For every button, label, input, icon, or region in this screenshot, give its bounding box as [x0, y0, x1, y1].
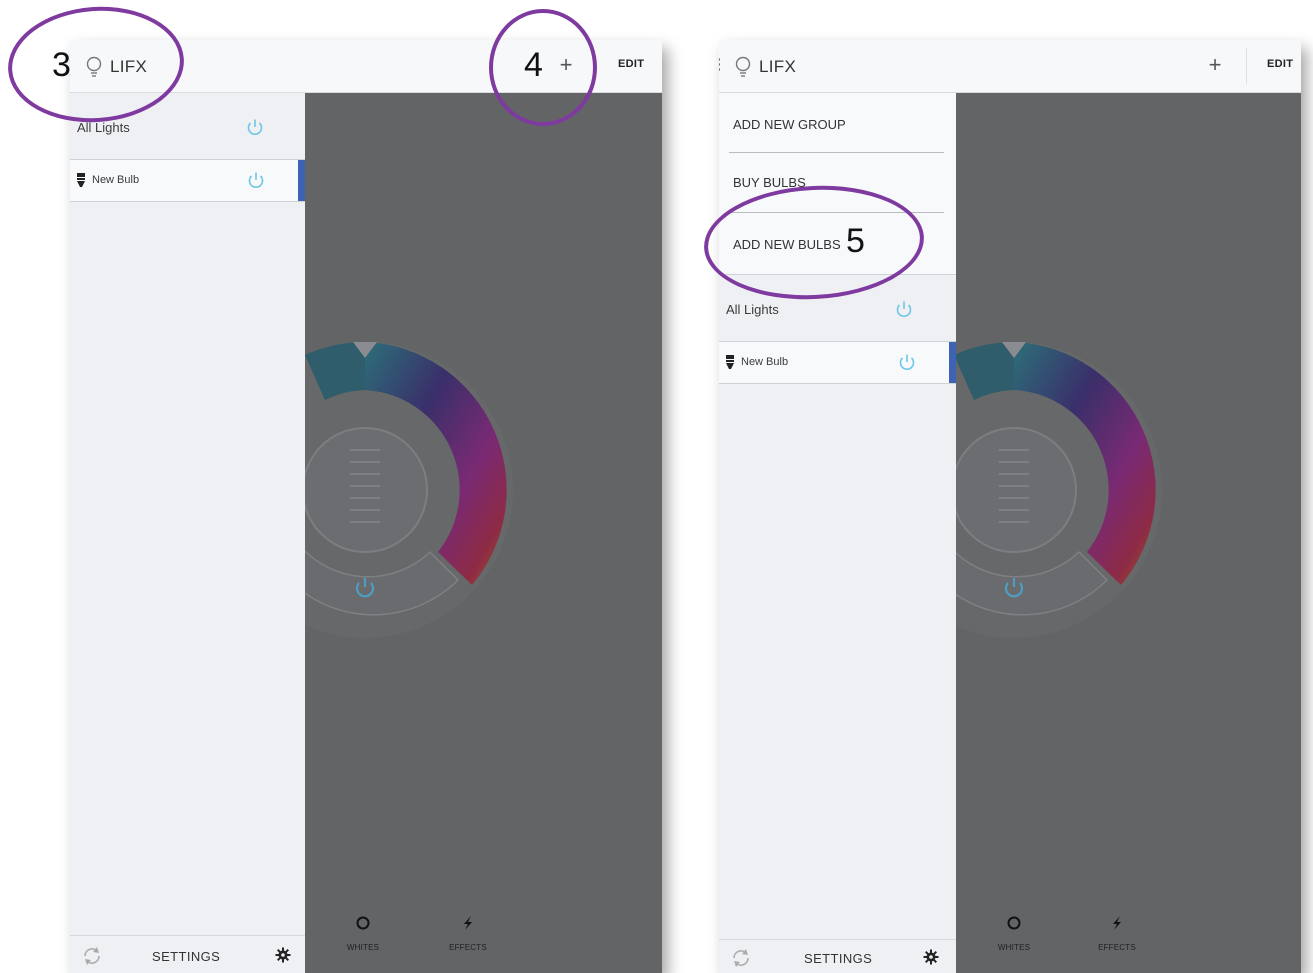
light-row-new-bulb[interactable]: New Bulb [70, 160, 305, 202]
effects-label: EFFECTS [1098, 943, 1136, 952]
annotation-number-3: 3 [52, 46, 71, 84]
selection-indicator [949, 342, 956, 383]
edit-button[interactable]: EDIT [1267, 58, 1293, 70]
app-title[interactable]: LIFX [759, 57, 796, 77]
drawer-footer: SETTINGS [719, 939, 956, 973]
app-bar: LIFX + EDIT [719, 40, 1301, 93]
overflow-menu-icon[interactable] [719, 56, 725, 76]
toolbar-divider [1246, 48, 1247, 84]
menu-item-label: ADD NEW GROUP [733, 117, 846, 132]
effects-label: EFFECTS [449, 943, 487, 952]
drawer-footer: SETTINGS [70, 935, 305, 973]
lightning-icon [464, 916, 472, 930]
bulb-icon [77, 173, 85, 187]
whites-label: WHITES [346, 943, 380, 952]
bulb-icon [726, 355, 734, 369]
annotation-ring-4 [489, 9, 597, 126]
side-drawer: All Lights New Bulb SETTINGS [70, 93, 305, 973]
stage: WHITES EFFECTS LIFX + EDIT All Lights Ne… [0, 0, 1313, 973]
sun-icon [356, 916, 370, 930]
power-icon[interactable] [246, 118, 264, 136]
light-label: New Bulb [92, 174, 140, 186]
gear-icon[interactable] [275, 947, 291, 963]
light-label: All Lights [726, 302, 779, 317]
sync-icon[interactable] [81, 945, 103, 967]
menu-item-add-new-group[interactable]: ADD NEW GROUP [719, 93, 956, 153]
lightning-icon [1113, 916, 1121, 930]
light-label: New Bulb [741, 356, 789, 368]
sun-icon [1007, 916, 1021, 930]
power-icon[interactable] [898, 353, 916, 371]
selection-indicator [298, 160, 305, 201]
lifx-bulb-icon[interactable] [733, 56, 753, 78]
add-button[interactable]: + [1200, 51, 1230, 81]
power-icon[interactable] [895, 300, 913, 318]
annotation-number-4: 4 [524, 46, 543, 84]
power-icon[interactable] [247, 171, 265, 189]
edit-button[interactable]: EDIT [618, 58, 644, 70]
settings-button[interactable]: SETTINGS [804, 951, 872, 966]
effects-tool[interactable]: EFFECTS [1087, 915, 1147, 955]
light-row-new-bulb[interactable]: New Bulb [719, 342, 956, 384]
annotation-number-5: 5 [846, 222, 865, 260]
sync-icon[interactable] [730, 947, 752, 969]
whites-tool[interactable]: WHITES [333, 915, 393, 955]
whites-label: WHITES [997, 943, 1031, 952]
gear-icon[interactable] [923, 949, 939, 965]
whites-tool[interactable]: WHITES [984, 915, 1044, 955]
screen-right: WHITES EFFECTS LIFX + EDIT ADD NEW GROUP [719, 40, 1301, 973]
effects-tool[interactable]: EFFECTS [438, 915, 498, 955]
screen-left: WHITES EFFECTS LIFX + EDIT All Lights Ne… [70, 40, 662, 973]
settings-button[interactable]: SETTINGS [152, 949, 220, 964]
light-label: All Lights [77, 120, 130, 135]
